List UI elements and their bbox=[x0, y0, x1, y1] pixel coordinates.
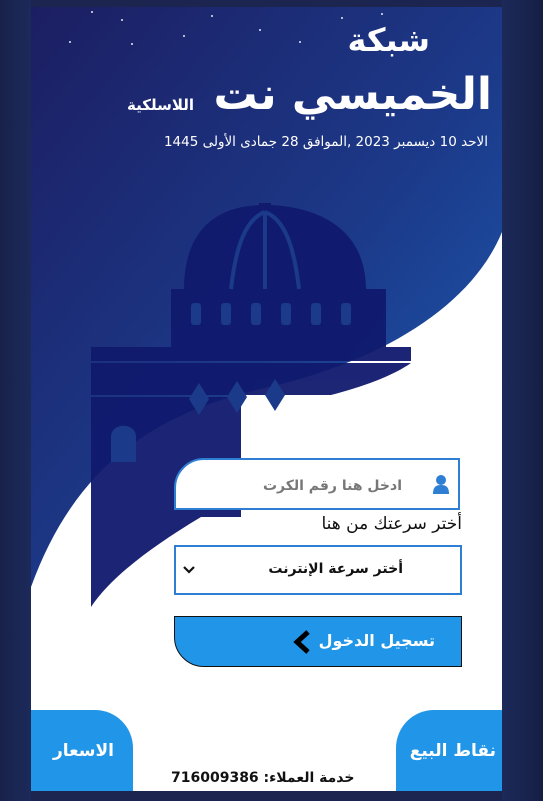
crescent-moon-icon bbox=[59, 59, 91, 91]
chevron-down-icon bbox=[183, 566, 195, 574]
star bbox=[211, 15, 213, 17]
star bbox=[341, 17, 343, 19]
chevron-left-icon bbox=[293, 630, 310, 654]
star bbox=[121, 19, 123, 21]
app-screen: شبكة الخميسي نت اللاسلكية الاحد 10 ديسمب… bbox=[31, 7, 502, 791]
sales-points-button-label: نقاط البيع bbox=[409, 741, 496, 761]
card-number-input[interactable] bbox=[190, 470, 404, 502]
speed-select[interactable]: أختر سرعة الإنترنت bbox=[174, 545, 462, 595]
star bbox=[381, 13, 383, 15]
customer-service: خدمة العملاء: 716009386 bbox=[171, 770, 355, 786]
prices-button[interactable]: الاسعار bbox=[31, 710, 133, 791]
background-left bbox=[0, 0, 31, 801]
date-line: الاحد 10 ديسمبر 2023 ,الموافق 28 جمادى ا… bbox=[163, 134, 488, 150]
speed-select-value: أختر سرعة الإنترنت bbox=[268, 561, 403, 577]
background-right bbox=[502, 0, 543, 801]
prices-button-label: الاسعار bbox=[53, 741, 114, 761]
star bbox=[299, 41, 301, 43]
card-number-field[interactable] bbox=[174, 458, 460, 510]
sales-points-button[interactable]: نقاط البيع bbox=[396, 710, 502, 791]
login-button-label: تسجيل الدخول bbox=[318, 631, 435, 650]
speed-label: أختر سرعتك من هنا bbox=[321, 514, 463, 534]
star bbox=[69, 41, 71, 43]
star bbox=[183, 35, 185, 37]
brand-subtitle: اللاسلكية bbox=[127, 96, 194, 114]
login-button[interactable]: تسجيل الدخول bbox=[174, 616, 462, 667]
brand-title-line2: الخميسي نت bbox=[213, 69, 492, 120]
star bbox=[259, 29, 261, 31]
star bbox=[131, 43, 133, 45]
support-label: خدمة العملاء: bbox=[263, 770, 355, 786]
hero-background bbox=[31, 7, 502, 607]
support-phone[interactable]: 716009386 bbox=[171, 770, 259, 786]
star bbox=[91, 11, 93, 13]
brand-title-line1: شبكة bbox=[347, 21, 430, 59]
user-icon bbox=[433, 475, 449, 494]
